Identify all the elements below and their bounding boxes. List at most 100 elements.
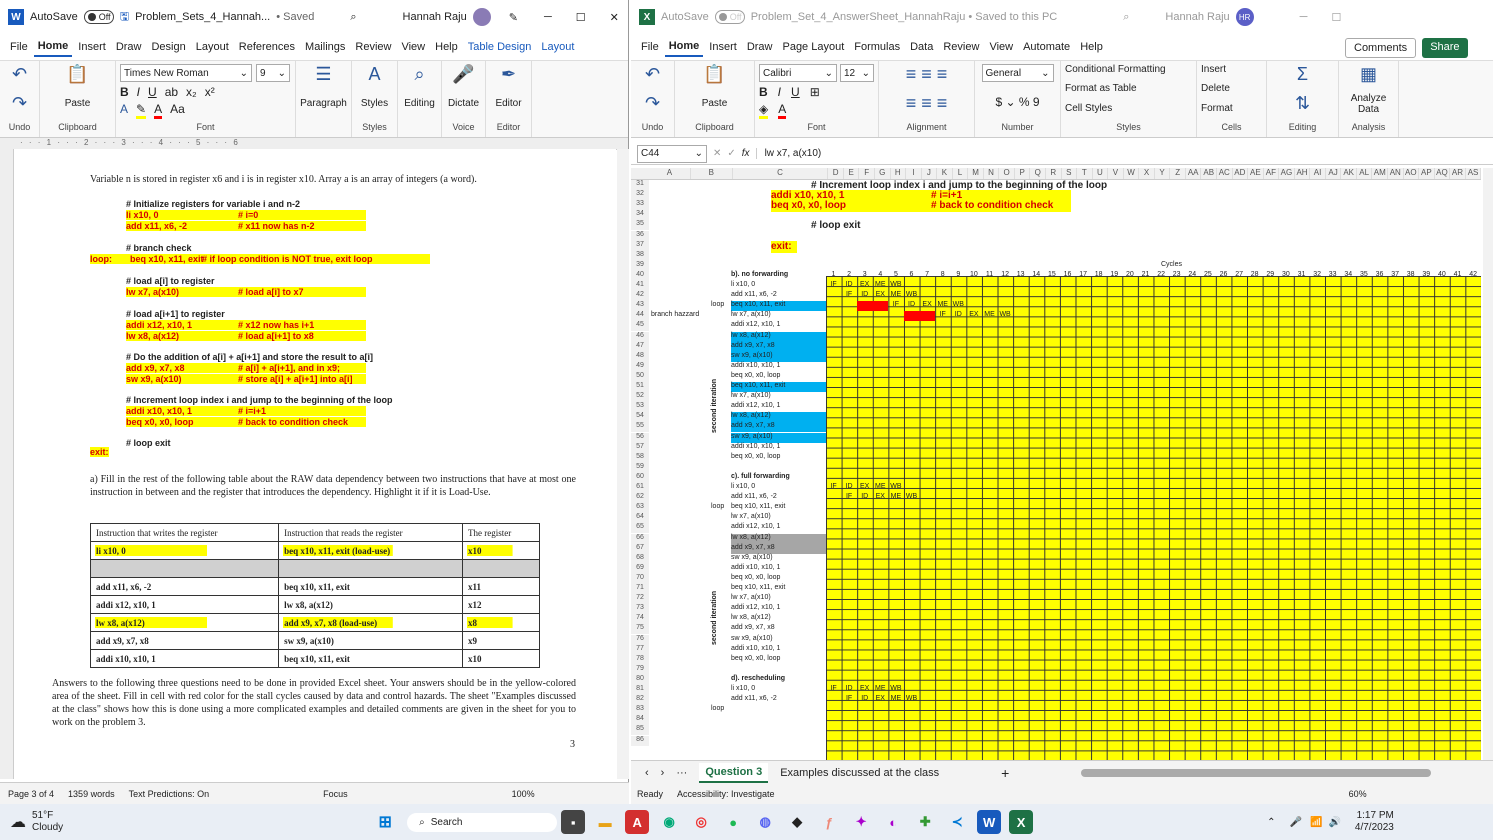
cycle-number[interactable]: 36 (1372, 271, 1387, 281)
column-header[interactable]: P (1015, 168, 1031, 179)
column-header[interactable]: H (891, 168, 907, 179)
column-header[interactable]: N (984, 168, 1000, 179)
file-explorer-icon[interactable]: ▬ (593, 810, 617, 834)
column-header[interactable]: AI (1310, 168, 1326, 179)
excel-autosave-toggle[interactable]: Off (714, 10, 745, 24)
row-header[interactable]: 77 (631, 644, 649, 655)
table-header-cell[interactable]: The register (461, 523, 541, 542)
cycle-number[interactable]: 32 (1310, 271, 1325, 281)
table-cell[interactable]: beq x10, x11, exit (278, 649, 463, 668)
row-header[interactable]: 45 (631, 321, 649, 332)
row-header[interactable]: 73 (631, 604, 649, 615)
focus-button[interactable]: Focus (323, 789, 348, 799)
cell-styles-button[interactable]: Cell Styles (1065, 103, 1112, 114)
excel-undo-icon[interactable]: ↶ (645, 64, 660, 85)
column-header[interactable]: T (1077, 168, 1093, 179)
close-icon[interactable]: ✕ (610, 11, 619, 24)
prev-sheet-icon[interactable]: ‹ (645, 767, 649, 779)
search-icon[interactable]: ⌕ (350, 11, 356, 24)
instruction-cell[interactable]: lw x8, a(x12) (731, 533, 826, 544)
instruction-cell[interactable]: sw x9, a(x10) (731, 432, 826, 443)
row-header[interactable]: 50 (631, 371, 649, 382)
comments-button[interactable]: Comments (1345, 38, 1417, 58)
menu-home[interactable]: Home (664, 37, 704, 57)
table-cell[interactable]: add x9, x7, x8 (load-use) (278, 613, 463, 632)
app3-icon[interactable]: ✚ (913, 810, 937, 834)
cycle-number[interactable]: 17 (1076, 271, 1091, 281)
column-header[interactable]: AJ (1326, 168, 1342, 179)
table-cell[interactable]: x10 (461, 649, 541, 668)
cycle-number[interactable]: 8 (935, 271, 950, 281)
row-header[interactable]: 62 (631, 493, 649, 504)
column-header[interactable]: AF (1264, 168, 1280, 179)
stage-cell[interactable]: IF (935, 311, 950, 321)
stage-cell[interactable]: WB (904, 695, 919, 705)
cycle-number[interactable]: 3 (857, 271, 872, 281)
row-header[interactable]: 42 (631, 291, 649, 302)
row-header[interactable]: 54 (631, 412, 649, 423)
menu-design[interactable]: Design (147, 38, 189, 56)
section-title[interactable]: d). rescheduling (731, 675, 785, 685)
row-header[interactable]: 86 (631, 735, 649, 746)
stage-cell[interactable]: ME (935, 301, 950, 311)
instruction-cell[interactable]: addi x10, x10, 1 (731, 564, 826, 574)
column-header[interactable]: Z (1170, 168, 1186, 179)
column-header[interactable]: AD (1233, 168, 1249, 179)
row-header[interactable]: 68 (631, 553, 649, 564)
row-header[interactable]: 78 (631, 654, 649, 665)
column-header[interactable]: L (953, 168, 969, 179)
loop-label[interactable]: loop (711, 705, 724, 715)
stage-cell[interactable]: ME (873, 685, 888, 695)
table-header-cell[interactable]: Instruction that writes the register (89, 523, 280, 542)
cycle-number[interactable]: 19 (1107, 271, 1122, 281)
row-header[interactable]: 44 (631, 311, 649, 322)
superscript-button[interactable]: x² (205, 85, 215, 99)
stall-cell[interactable] (904, 311, 935, 322)
subscript-button[interactable]: x₂ (186, 85, 197, 99)
column-header[interactable]: Q (1030, 168, 1046, 179)
stage-cell[interactable]: ID (842, 483, 857, 493)
instruction-cell[interactable]: addi x10, x10, 1 (731, 645, 826, 655)
add-sheet-icon[interactable]: + (1001, 765, 1009, 781)
dependency-table[interactable]: Instruction that writes the register Inst… (89, 523, 541, 668)
column-header[interactable]: AK (1341, 168, 1357, 179)
cycle-number[interactable]: 21 (1138, 271, 1153, 281)
menu-data[interactable]: Data (906, 38, 937, 56)
font-size-select[interactable]: 9 ⌄ (256, 64, 290, 82)
exit-cell[interactable]: exit: (771, 240, 797, 253)
document-page[interactable]: Variable n is stored in register x6 and … (14, 149, 616, 779)
answer-area[interactable] (826, 276, 1481, 760)
taskbar-excel-icon[interactable]: X (1009, 810, 1034, 834)
row-header[interactable]: 57 (631, 442, 649, 453)
instruction-cell[interactable]: beq x0, x0, loop (731, 655, 826, 665)
editor-icon[interactable]: ✒ (501, 64, 516, 85)
table-cell[interactable]: beq x10, x11, exit (load-use) (278, 541, 463, 560)
stage-cell[interactable]: WB (904, 493, 919, 503)
cycle-number[interactable]: 25 (1200, 271, 1215, 281)
vscode-icon[interactable]: ≺ (945, 810, 969, 834)
excel-avatar[interactable]: HR (1235, 8, 1254, 26)
excel-title[interactable]: Problem_Set_4_AnswerSheet_HannahRaju • S… (751, 11, 1058, 23)
stage-cell[interactable]: ID (857, 493, 872, 503)
menu-file[interactable]: File (637, 38, 663, 56)
stage-cell[interactable]: ID (951, 311, 966, 321)
stage-cell[interactable]: ME (873, 483, 888, 493)
borders-icon[interactable]: ⊞ (810, 85, 820, 99)
excel-vertical-scrollbar[interactable] (1483, 168, 1493, 760)
stage-cell[interactable]: ID (857, 291, 872, 301)
avatar[interactable] (472, 8, 491, 26)
cycle-number[interactable]: 24 (1185, 271, 1200, 281)
table-cell[interactable]: li x10, 0 (89, 541, 280, 560)
menu-home[interactable]: Home (33, 37, 73, 57)
editor-button[interactable]: Editor (495, 98, 521, 109)
excel-font-color-icon[interactable]: A (778, 102, 787, 119)
menu-layout[interactable]: Layout (192, 38, 233, 56)
column-header[interactable]: K (937, 168, 953, 179)
cycle-number[interactable]: 18 (1091, 271, 1106, 281)
cycle-number[interactable]: 16 (1060, 271, 1075, 281)
column-header[interactable]: F (859, 168, 875, 179)
row-header[interactable]: 79 (631, 664, 649, 675)
column-header[interactable]: U (1093, 168, 1109, 179)
instruction-cell[interactable]: add x9, x7, x8 (731, 422, 826, 433)
cycle-number[interactable]: 42 (1466, 271, 1481, 281)
